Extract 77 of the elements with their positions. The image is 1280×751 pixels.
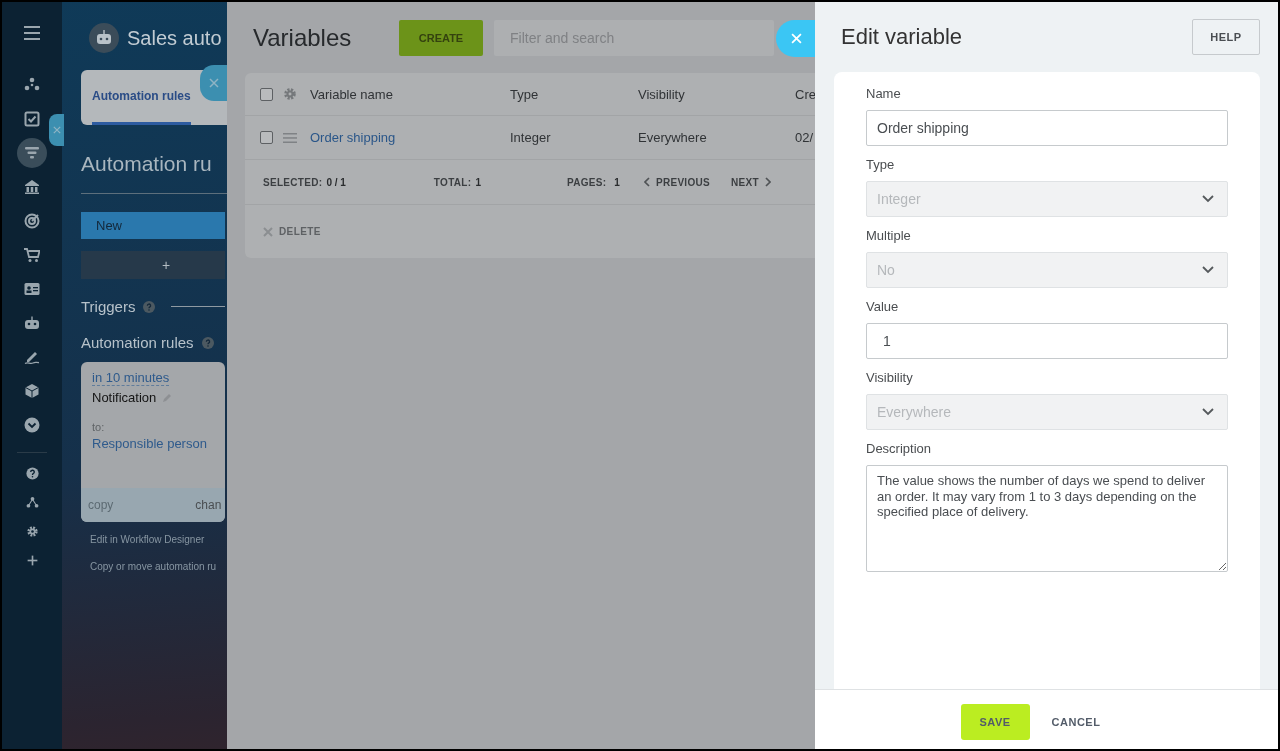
selected-count: 0 / 1 [326, 176, 346, 188]
building-icon[interactable] [24, 179, 40, 195]
add-button[interactable]: + [81, 251, 225, 279]
help-button[interactable]: HELP [1192, 19, 1260, 55]
section-heading: Automation ru [81, 152, 212, 176]
nodes-icon[interactable] [25, 496, 39, 509]
previous-button[interactable]: PREVIOUS [643, 176, 710, 188]
chevron-left-icon [643, 177, 650, 187]
field-label: Description [866, 441, 933, 456]
table-cell-text: Everywhere [638, 130, 708, 145]
next-button[interactable]: NEXT [731, 176, 771, 188]
text-field[interactable]: 1 [866, 323, 1228, 359]
column-header[interactable]: Variable name [310, 86, 510, 102]
total-label: TOTAL: [433, 176, 472, 188]
close-icon [208, 78, 219, 88]
table-cell-text: Integer [510, 130, 552, 145]
robot-icon[interactable] [24, 315, 40, 331]
robot-icon [89, 23, 119, 53]
footer-link[interactable]: Edit in Workflow Designer [90, 534, 205, 545]
table-cell: 02/ [795, 130, 815, 145]
chevron-right-icon [764, 177, 771, 187]
cart-icon[interactable] [24, 247, 40, 263]
stage-bar[interactable]: New [81, 212, 225, 239]
menu-icon[interactable] [24, 26, 40, 40]
tab[interactable]: Automation rules [92, 89, 191, 125]
pages-label: PAGES: [566, 176, 607, 188]
pen-icon[interactable] [24, 349, 40, 365]
recipient-label: to: [92, 421, 105, 433]
plus-icon[interactable] [25, 554, 39, 567]
checkbox[interactable] [260, 87, 273, 101]
checkbox[interactable] [260, 131, 273, 144]
cancel-button[interactable]: CANCEL [1045, 714, 1107, 729]
delay-link[interactable]: in 10 minutes [92, 370, 170, 386]
close-icon [790, 33, 802, 44]
chevron-down-icon [1202, 408, 1214, 416]
close-button[interactable] [49, 114, 64, 146]
create-button[interactable]: CREATE [399, 19, 483, 56]
column-header[interactable]: Cre [795, 86, 815, 102]
drag-handle-icon[interactable] [283, 132, 297, 143]
close-button[interactable] [200, 65, 227, 101]
field-label: Name [866, 86, 902, 101]
help-icon[interactable] [25, 467, 39, 480]
delete-button[interactable]: DELETE [263, 226, 321, 237]
settings-icon[interactable] [25, 525, 39, 538]
column-header[interactable]: Type [510, 86, 638, 102]
rule-action: Notification [92, 390, 157, 405]
selected-label: SELECTED: [263, 176, 323, 188]
funnel-icon[interactable] [24, 145, 40, 161]
footer-link[interactable]: Copy or move automation ru [90, 561, 217, 572]
page-count: 1 [614, 176, 620, 188]
field-label: Type [866, 157, 896, 172]
chevron-down-icon [1202, 195, 1214, 203]
total-count: 1 [475, 176, 481, 188]
close-icon [263, 226, 273, 237]
section-label: Triggers [81, 298, 136, 315]
text-field[interactable]: Order shipping [866, 110, 1228, 146]
section-label: Automation rules [81, 334, 194, 351]
field-label: Multiple [866, 228, 912, 243]
chevron-down-icon [1202, 266, 1214, 274]
text-area[interactable]: The value shows the number of days we spend to deliver an order. It may vary from 1 to 3 days depending on the specified place of delivery. [866, 465, 1228, 572]
variable-link[interactable]: Order shipping [310, 130, 510, 145]
target-icon[interactable] [24, 213, 40, 229]
contact-card-icon[interactable] [24, 281, 40, 297]
close-icon [52, 126, 61, 134]
panel-title: Variables [253, 23, 353, 52]
save-button[interactable]: SAVE [960, 703, 1030, 740]
change-link[interactable]: chan [195, 498, 222, 512]
recipient-link[interactable]: Responsible person [92, 436, 207, 451]
cube-icon[interactable] [24, 383, 40, 399]
chevron-circle-icon[interactable] [24, 417, 40, 433]
checklist-icon[interactable] [24, 111, 40, 127]
field-label: Visibility [866, 370, 914, 385]
panel-title: Edit variable [841, 24, 963, 50]
page-title: Sales auto [127, 26, 222, 50]
dots-icon[interactable] [24, 77, 40, 93]
column-header[interactable]: Visibility [638, 86, 795, 102]
field-label: Value [866, 299, 900, 314]
